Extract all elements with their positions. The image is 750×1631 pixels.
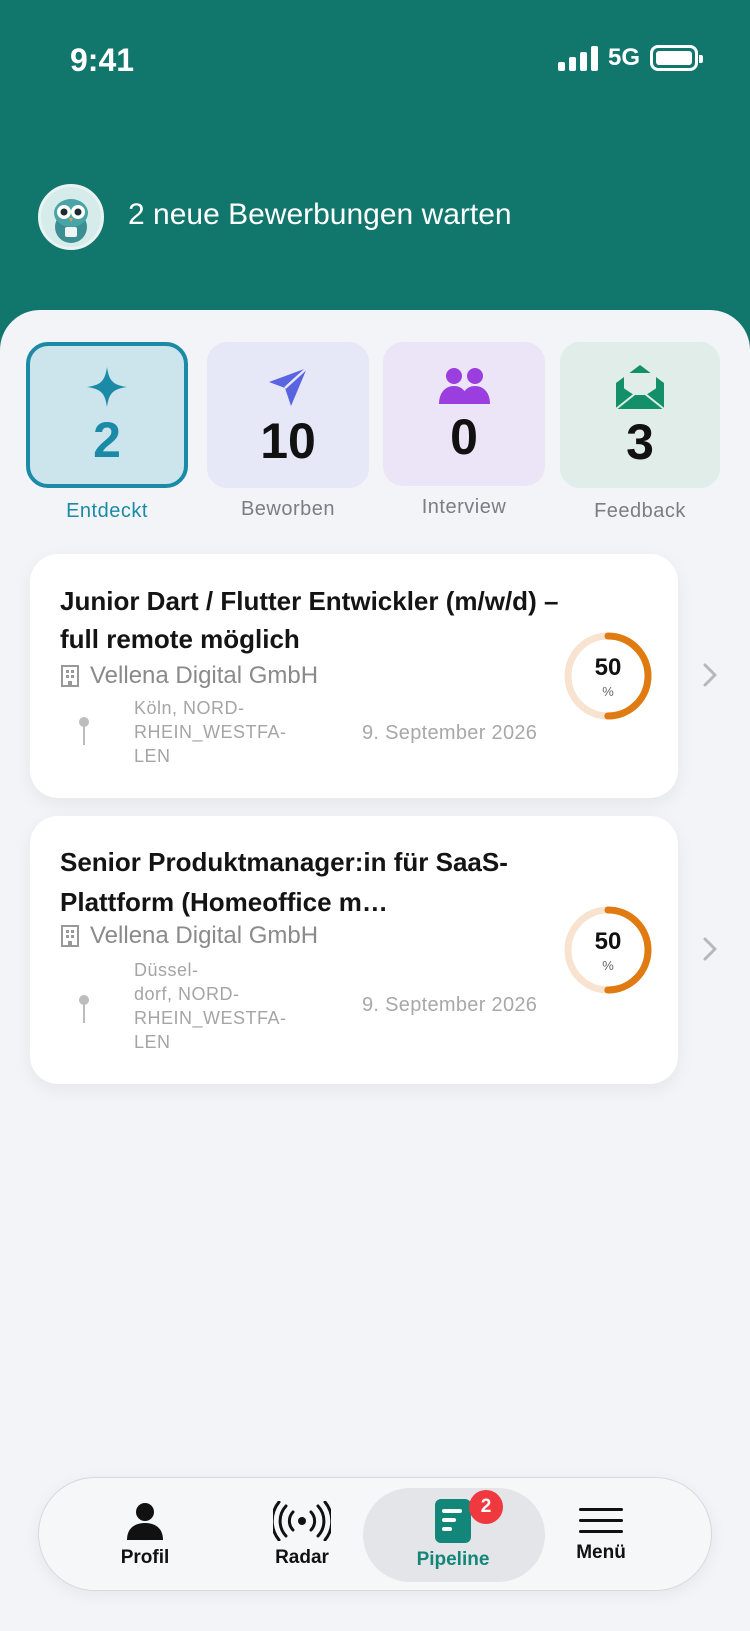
stat-count-beworben: 10 (260, 413, 316, 469)
status-icons: 5G (557, 44, 703, 72)
company-name: Vellena Digital GmbH (90, 662, 319, 689)
match-score: 50 % (562, 630, 654, 722)
paper-plane-icon (269, 367, 308, 406)
chevron-right-icon[interactable] (702, 662, 718, 688)
job-card[interactable]: Senior Produktmanager:in für SaaS-Plattf… (30, 816, 678, 1084)
stat-tile-entdeckt[interactable]: 2 (26, 342, 188, 488)
app-header: 9:41 5G 2 neue Bewerbungen warten (0, 0, 750, 360)
nav-label: Radar (275, 1547, 329, 1568)
open-envelope-icon (615, 365, 665, 410)
nav-item-radar[interactable]: Radar (247, 1478, 357, 1592)
stat-tile-interview[interactable]: 0 (383, 342, 545, 486)
job-date: 9. September 2026 (362, 722, 538, 744)
sparkle-icon (87, 367, 127, 407)
company-name: Vellena Digital GmbH (90, 922, 319, 949)
stat-count-entdeckt: 2 (93, 412, 121, 468)
radar-icon (273, 1501, 331, 1541)
job-title: Junior Dart / Flutter Entwickler (m/w/d)… (60, 586, 559, 654)
score-unit: % (602, 684, 614, 699)
job-date: 9. September 2026 (362, 994, 538, 1016)
nav-label: Pipeline (416, 1549, 490, 1570)
job-company: Vellena Digital GmbH (60, 662, 318, 690)
person-icon (127, 1503, 163, 1540)
building-icon (61, 665, 79, 687)
score-value: 50 (594, 928, 622, 955)
pipeline-icon (435, 1499, 471, 1543)
network-type: 5G (607, 44, 640, 71)
building-icon (61, 925, 79, 947)
people-icon (439, 368, 490, 404)
stat-tile-feedback[interactable]: 3 (560, 342, 720, 488)
stat-label-entdeckt: Entdeckt (66, 500, 148, 522)
stat-label-feedback: Feedback (594, 500, 686, 522)
location-pin-icon (79, 717, 89, 745)
hamburger-menu-icon (579, 1508, 623, 1533)
job-title: Senior Produktmanager:in für SaaS-Plattf… (60, 847, 508, 917)
stat-count-interview: 0 (450, 409, 478, 465)
bottom-nav: Profil Radar Pipeline 2 Menü (38, 1477, 712, 1591)
battery-icon (650, 45, 703, 71)
nav-label: Profil (120, 1547, 170, 1568)
score-unit: % (602, 958, 614, 973)
signal-icon (557, 45, 598, 71)
stat-label-beworben: Beworben (240, 498, 336, 520)
status-time: 9:41 (70, 42, 135, 78)
notification-badge: 2 (469, 1490, 503, 1524)
job-location: Düssel- dorf, NORD- RHEIN_WESTFA- LEN (134, 960, 287, 1052)
chevron-right-icon[interactable] (702, 936, 718, 962)
location-pin-icon (79, 995, 89, 1023)
nav-label: Menü (576, 1542, 626, 1563)
stat-label-interview: Interview (421, 496, 507, 518)
job-card[interactable]: Junior Dart / Flutter Entwickler (m/w/d)… (30, 554, 678, 798)
header-message: 2 neue Bewerbungen warten (128, 198, 512, 231)
nav-item-profil[interactable]: Profil (95, 1478, 195, 1592)
nav-item-pipeline[interactable]: Pipeline 2 (403, 1478, 503, 1592)
match-score: 50 % (562, 904, 654, 996)
score-value: 50 (594, 654, 622, 681)
stat-tile-beworben[interactable]: 10 (207, 342, 369, 488)
job-company: Vellena Digital GmbH (60, 922, 318, 950)
owl-avatar[interactable] (38, 184, 104, 250)
stat-count-feedback: 3 (626, 414, 654, 470)
nav-item-menue[interactable]: Menü (551, 1478, 651, 1592)
job-location: Köln, NORD- RHEIN_WESTFA- LEN (134, 698, 287, 766)
